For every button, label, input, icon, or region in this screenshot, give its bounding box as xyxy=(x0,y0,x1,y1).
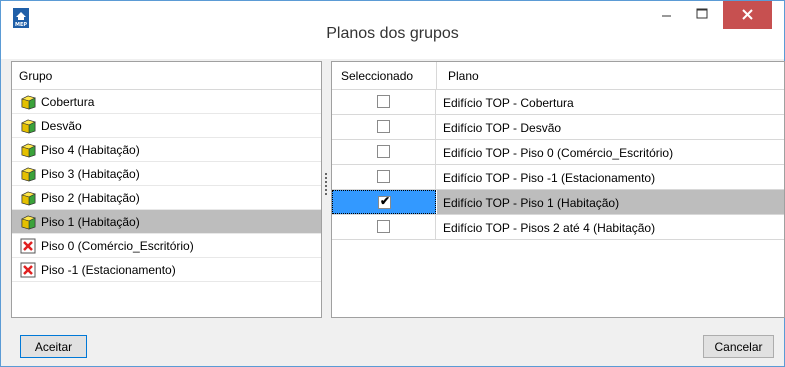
maximize-icon xyxy=(696,8,708,19)
cancel-button[interactable]: Cancelar xyxy=(703,335,774,358)
group-list-item[interactable]: Desvão xyxy=(12,114,321,138)
group-label: Piso 1 (Habitação) xyxy=(41,215,140,229)
plan-row[interactable]: Edifício TOP - Pisos 2 até 4 (Habitação) xyxy=(332,215,784,240)
selected-cell[interactable]: ✔ xyxy=(332,190,436,214)
selected-cell[interactable] xyxy=(332,115,436,139)
accept-button[interactable]: Aceitar xyxy=(20,335,87,358)
minimize-button[interactable] xyxy=(649,1,683,31)
group-list-item[interactable]: Piso 0 (Comércio_Escritório) xyxy=(12,234,321,258)
selected-cell[interactable] xyxy=(332,215,436,239)
selected-cell[interactable] xyxy=(332,140,436,164)
plan-cell[interactable]: Edifício TOP - Piso -1 (Estacionamento) xyxy=(437,165,784,189)
group-column-header: Grupo xyxy=(12,62,321,90)
group-label: Cobertura xyxy=(41,95,95,109)
plan-label: Edifício TOP - Piso 1 (Habitação) xyxy=(443,196,620,210)
group-list-item[interactable]: Piso 4 (Habitação) xyxy=(12,138,321,162)
red-x-icon xyxy=(20,238,36,254)
red-x-icon xyxy=(20,262,36,278)
minimize-icon xyxy=(662,15,671,17)
group-label: Piso 3 (Habitação) xyxy=(41,167,140,181)
panel-splitter[interactable] xyxy=(323,61,330,318)
group-cube-icon xyxy=(21,167,36,182)
column-header-selected[interactable]: Seleccionado xyxy=(341,69,413,83)
plan-checkbox[interactable] xyxy=(377,95,390,108)
close-icon xyxy=(742,9,753,20)
plan-label: Edifício TOP - Pisos 2 até 4 (Habitação) xyxy=(443,221,656,235)
grid-header: Seleccionado Plano xyxy=(332,62,784,90)
plan-row[interactable]: Edifício TOP - Piso -1 (Estacionamento) xyxy=(332,165,784,190)
checkmark-icon: ✔ xyxy=(380,194,391,208)
group-cube-icon xyxy=(21,191,36,206)
group-list-item[interactable]: Piso 2 (Habitação) xyxy=(12,186,321,210)
group-label: Piso -1 (Estacionamento) xyxy=(41,263,176,277)
plan-row[interactable]: Edifício TOP - Piso 0 (Comércio_Escritór… xyxy=(332,140,784,165)
group-cube-icon xyxy=(21,215,36,230)
group-list-item[interactable]: Cobertura xyxy=(12,90,321,114)
group-list[interactable]: Grupo Cobertura Desvão Piso 4 (Habitação) P… xyxy=(11,61,322,318)
plan-checkbox[interactable] xyxy=(377,220,390,233)
group-cube-icon xyxy=(21,143,36,158)
plan-label: Edifício TOP - Piso -1 (Estacionamento) xyxy=(443,171,656,185)
plan-row[interactable]: Edifício TOP - Cobertura xyxy=(332,90,784,115)
splitter-grip-icon xyxy=(325,173,327,197)
dialog-window: MEP Planos dos grupos Grupo Cobertura Des… xyxy=(0,0,785,367)
column-header-plan[interactable]: Plano xyxy=(448,69,479,83)
plan-checkbox[interactable] xyxy=(377,120,390,133)
plan-checkbox[interactable] xyxy=(377,145,390,158)
plan-label: Edifício TOP - Desvão xyxy=(443,121,562,135)
plan-row[interactable]: Edifício TOP - Desvão xyxy=(332,115,784,140)
group-label: Desvão xyxy=(41,119,82,133)
plan-cell[interactable]: Edifício TOP - Desvão xyxy=(437,115,784,139)
plan-row[interactable]: ✔ Edifício TOP - Piso 1 (Habitação) xyxy=(332,190,784,215)
group-list-item[interactable]: Piso 1 (Habitação) xyxy=(12,210,321,234)
plan-grid[interactable]: Seleccionado Plano Edifício TOP - Cobert… xyxy=(331,61,785,318)
selected-cell[interactable] xyxy=(332,165,436,189)
group-label: Piso 2 (Habitação) xyxy=(41,191,140,205)
plan-cell[interactable]: Edifício TOP - Pisos 2 até 4 (Habitação) xyxy=(437,215,784,239)
selected-cell[interactable] xyxy=(332,90,436,114)
maximize-button[interactable] xyxy=(685,1,719,31)
plan-cell[interactable]: Edifício TOP - Cobertura xyxy=(437,90,784,114)
column-divider xyxy=(436,62,437,90)
plan-label: Edifício TOP - Cobertura xyxy=(443,96,574,110)
group-cube-icon xyxy=(21,95,36,110)
group-cube-icon xyxy=(21,119,36,134)
plan-cell[interactable]: Edifício TOP - Piso 0 (Comércio_Escritór… xyxy=(437,140,784,164)
plan-label: Edifício TOP - Piso 0 (Comércio_Escritór… xyxy=(443,146,674,160)
plan-checkbox[interactable]: ✔ xyxy=(378,194,391,209)
plan-checkbox[interactable] xyxy=(377,170,390,183)
close-button[interactable] xyxy=(723,1,772,29)
group-label: Piso 0 (Comércio_Escritório) xyxy=(41,239,194,253)
group-list-item[interactable]: Piso -1 (Estacionamento) xyxy=(12,258,321,282)
group-list-item[interactable]: Piso 3 (Habitação) xyxy=(12,162,321,186)
group-label: Piso 4 (Habitação) xyxy=(41,143,140,157)
title-bar[interactable]: MEP Planos dos grupos xyxy=(1,1,784,59)
plan-cell[interactable]: Edifício TOP - Piso 1 (Habitação) xyxy=(437,190,784,214)
